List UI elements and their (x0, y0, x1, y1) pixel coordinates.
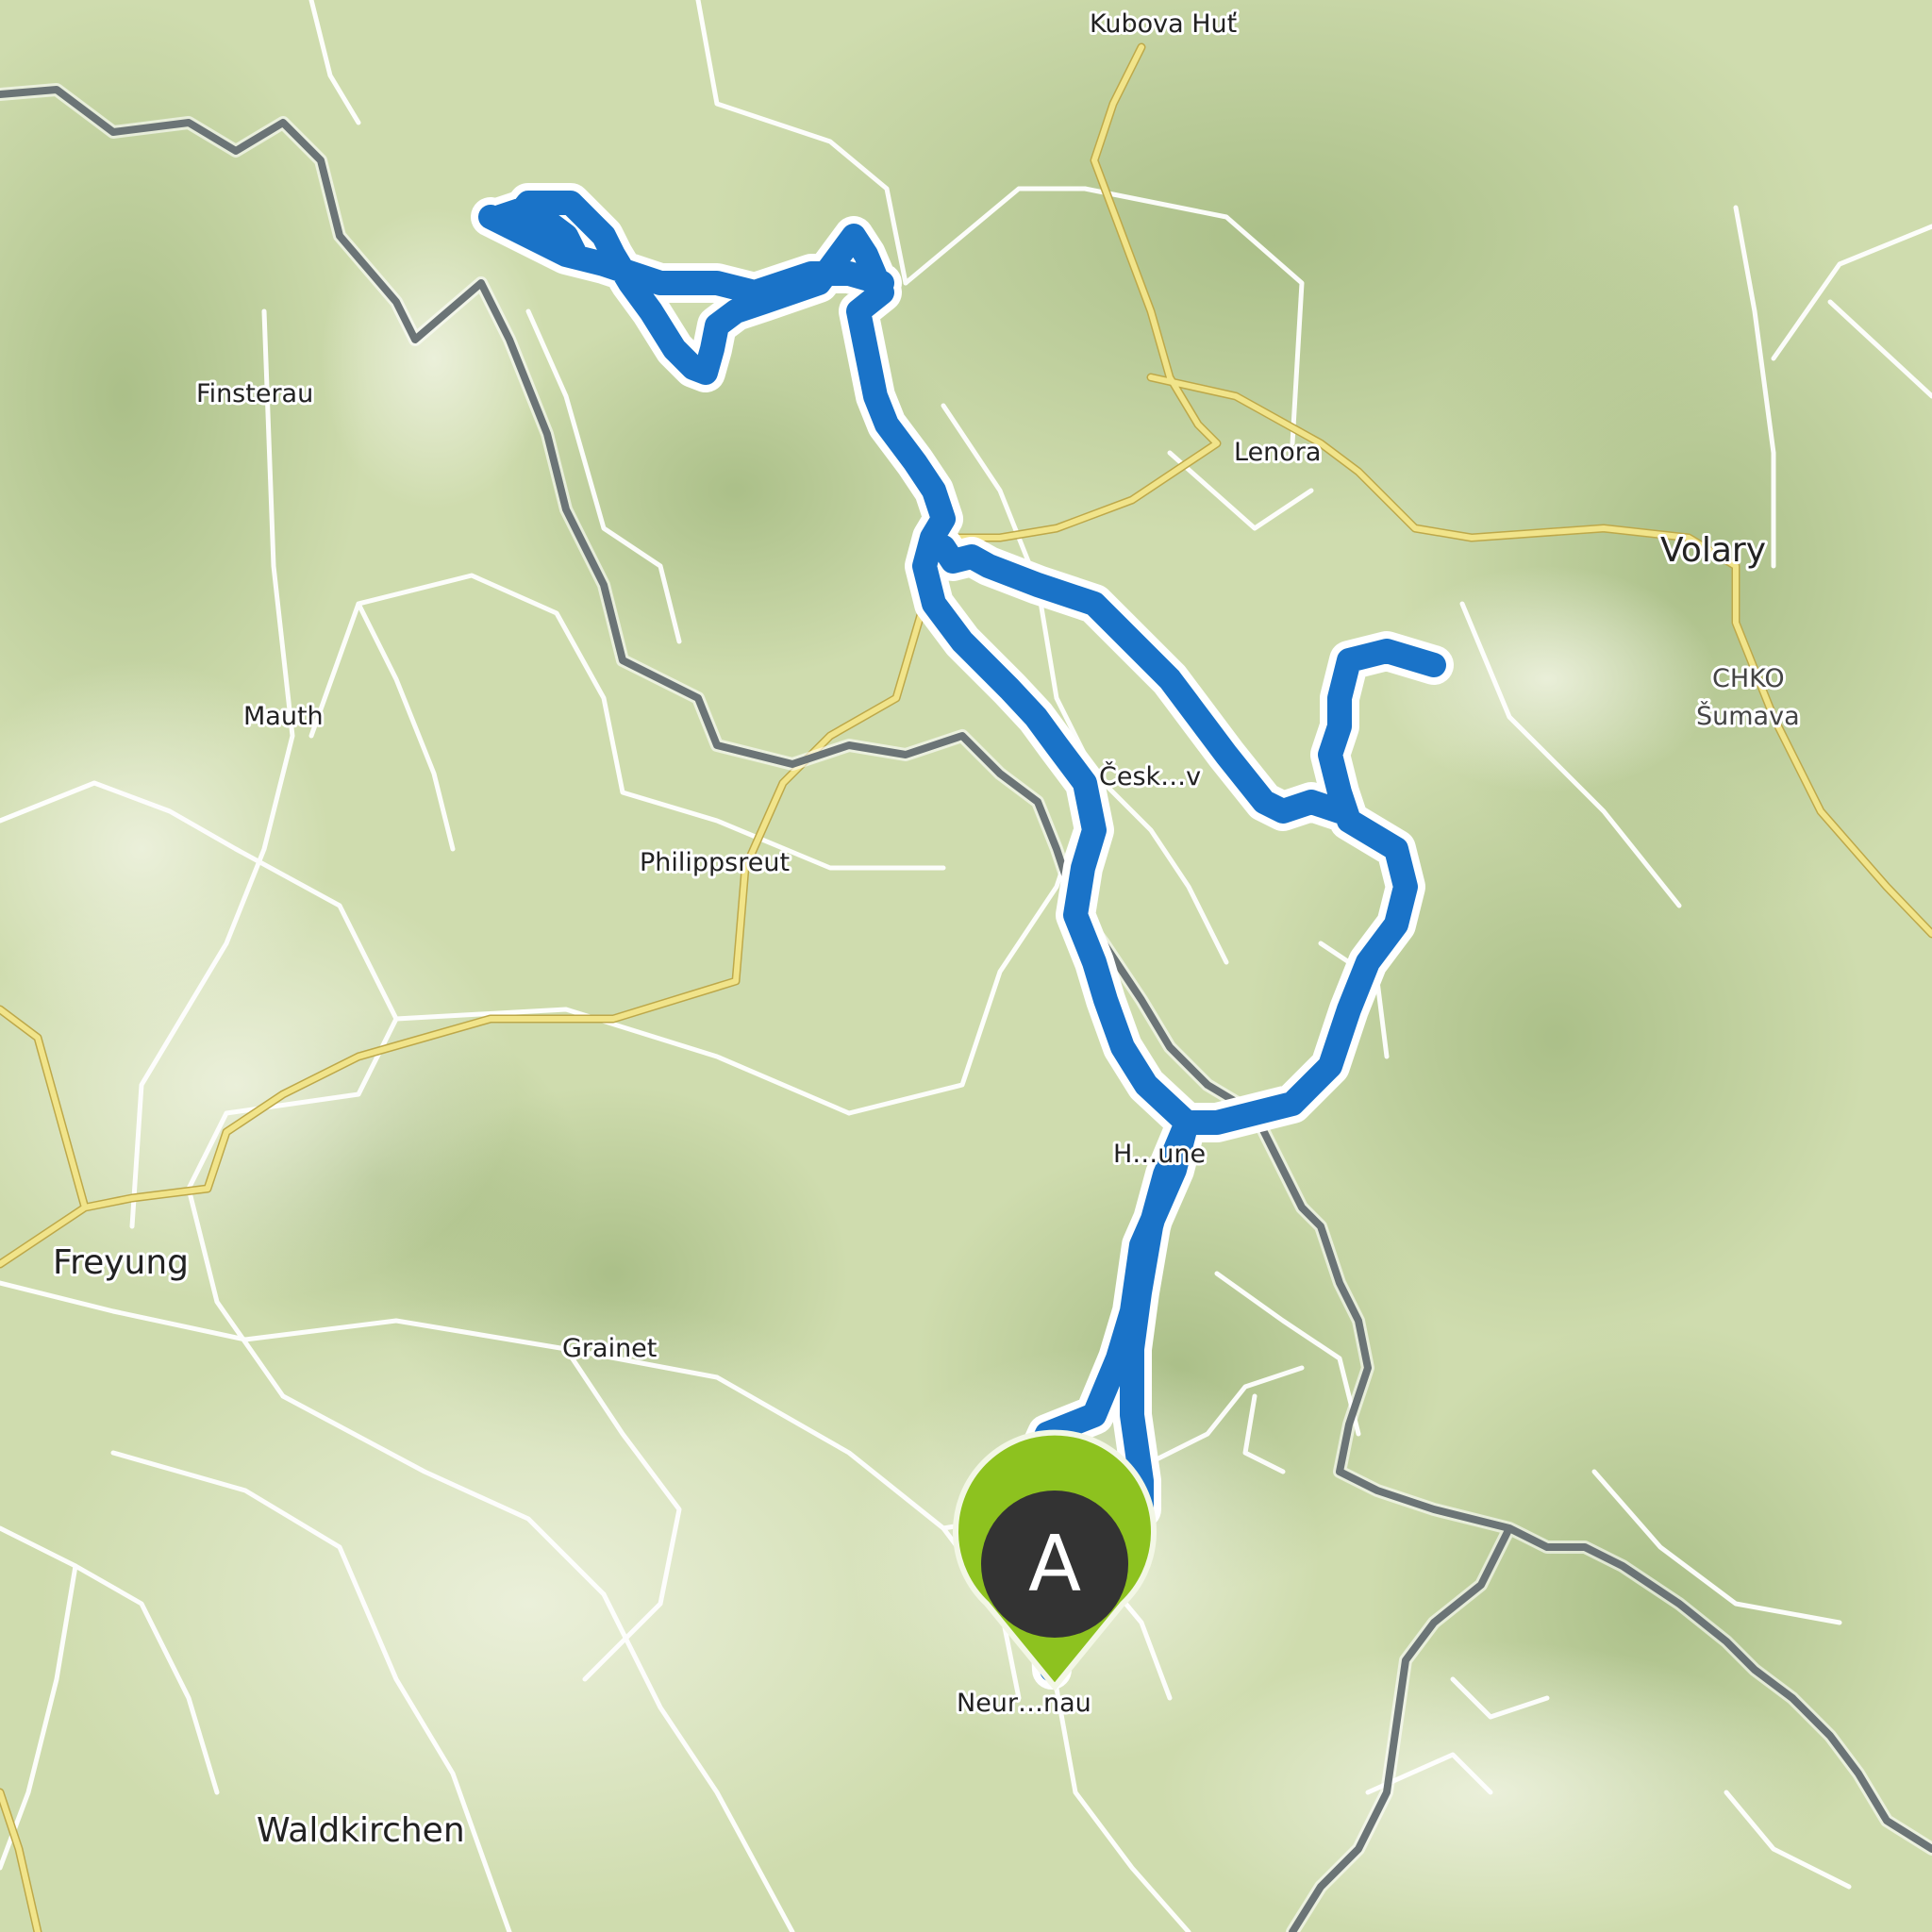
place-label-finsterau: Finsterau (196, 379, 313, 408)
place-label-chko-2: Šumava (1696, 701, 1800, 731)
place-label-freyung: Freyung (53, 1243, 189, 1282)
place-label-kubova: Kubova Huť (1090, 9, 1238, 39)
place-label-lenora: Lenora (1234, 438, 1321, 467)
place-label-philippsreut: Philippsreut (640, 848, 790, 877)
place-label-ceske: Česk…v (1099, 761, 1201, 791)
place-label-volary: Volary (1660, 531, 1766, 570)
map-canvas[interactable]: Kubova Huť Finsterau Lenora Volary CHKO … (0, 0, 1932, 1932)
place-label-chko-1: CHKO (1712, 664, 1785, 693)
place-label-horni: H…une (1113, 1140, 1206, 1169)
marker-label: A (1028, 1520, 1081, 1609)
place-label-mauth: Mauth (243, 702, 324, 731)
place-label-grainet: Grainet (562, 1334, 657, 1363)
place-label-neureichenau: Neur…nau (957, 1689, 1091, 1718)
place-label-waldkirchen: Waldkirchen (257, 1811, 465, 1850)
